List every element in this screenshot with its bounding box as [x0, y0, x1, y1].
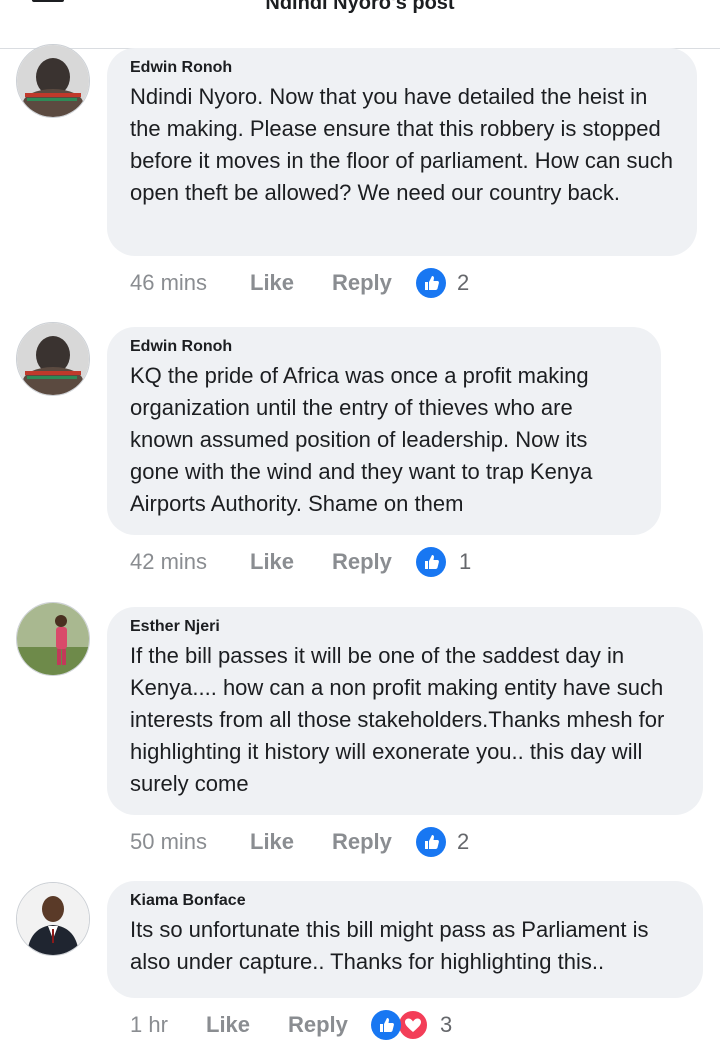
like-button[interactable]: Like — [250, 827, 294, 857]
post-header: Ndindi Nyoro's post — [0, 0, 720, 49]
reply-button[interactable]: Reply — [332, 827, 392, 857]
like-reaction-icon[interactable] — [371, 1010, 401, 1040]
reaction-count[interactable]: 2 — [457, 268, 469, 298]
comment-actions: 46 mins Like Reply 2 — [0, 268, 720, 298]
comment-author[interactable]: Kiama Bonface — [130, 891, 681, 911]
comment-bubble: Edwin Ronoh KQ the pride of Africa was o… — [107, 327, 661, 535]
avatar[interactable] — [16, 882, 90, 956]
avatar-image-icon — [17, 883, 89, 955]
comment-time[interactable]: 42 mins — [130, 547, 207, 577]
comment-actions: 50 mins Like Reply 2 — [0, 827, 720, 857]
reply-button[interactable]: Reply — [332, 268, 392, 298]
reply-button[interactable]: Reply — [288, 1010, 348, 1040]
page-title: Ndindi Nyoro's post — [265, 0, 455, 14]
like-button[interactable]: Like — [250, 547, 294, 577]
comment-bubble: Edwin Ronoh Ndindi Nyoro. Now that you h… — [107, 48, 697, 256]
comment-text: Ndindi Nyoro. Now that you have detailed… — [130, 84, 673, 205]
comment-actions: 42 mins Like Reply 1 — [0, 547, 720, 577]
like-button[interactable]: Like — [206, 1010, 250, 1040]
like-reaction-icon[interactable] — [416, 827, 446, 857]
like-button[interactable]: Like — [250, 268, 294, 298]
love-reaction-icon[interactable] — [397, 1009, 429, 1041]
reply-button[interactable]: Reply — [332, 547, 392, 577]
avatar[interactable] — [16, 602, 90, 676]
comment-author[interactable]: Edwin Ronoh — [130, 337, 639, 357]
like-reaction-icon[interactable] — [416, 547, 446, 577]
comment-time[interactable]: 1 hr — [130, 1010, 168, 1040]
comment-author[interactable]: Esther Njeri — [130, 617, 681, 637]
avatar[interactable] — [16, 44, 90, 118]
comment-text: Its so unfortunate this bill might pass … — [130, 917, 649, 974]
comment-time[interactable]: 46 mins — [130, 268, 207, 298]
comment-bubble: Kiama Bonface Its so unfortunate this bi… — [107, 881, 703, 998]
reaction-count[interactable]: 1 — [459, 547, 471, 577]
comment-text: KQ the pride of Africa was once a profit… — [130, 363, 593, 516]
comment-author[interactable]: Edwin Ronoh — [130, 58, 675, 78]
comment-bubble: Esther Njeri If the bill passes it will … — [107, 607, 703, 815]
comment-actions: 1 hr Like Reply 3 — [0, 1009, 720, 1041]
reaction-count[interactable]: 2 — [457, 827, 469, 857]
like-reaction-icon[interactable] — [416, 268, 446, 298]
reaction-count[interactable]: 3 — [440, 1010, 452, 1040]
avatar-image-icon — [17, 603, 89, 675]
comment-time[interactable]: 50 mins — [130, 827, 207, 857]
avatar-image-icon — [17, 323, 89, 395]
avatar[interactable] — [16, 322, 90, 396]
comment-text: If the bill passes it will be one of the… — [130, 643, 665, 796]
avatar-image-icon — [17, 45, 89, 117]
